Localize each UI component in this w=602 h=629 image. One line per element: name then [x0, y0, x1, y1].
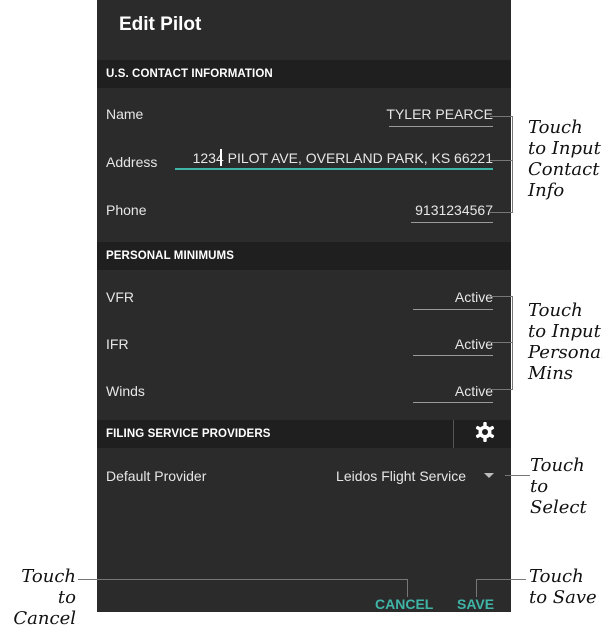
default-provider-select[interactable]: Leidos Flight Service: [336, 468, 466, 484]
ifr-field-underline: [413, 355, 493, 356]
cancel-button[interactable]: CANCEL: [375, 596, 433, 612]
default-provider-label: Default Provider: [106, 468, 207, 484]
callout-line-cancel: [78, 579, 408, 580]
annotation-contact-line3: Contact: [528, 159, 600, 180]
winds-label: Winds: [106, 383, 145, 399]
winds-field[interactable]: Active: [455, 383, 493, 399]
annotation-mins-line2: to Input: [528, 321, 601, 342]
chevron-down-icon[interactable]: [484, 473, 494, 478]
section-header-minimums: PERSONAL MINIMUMS: [97, 242, 511, 270]
phone-field[interactable]: 9131234567: [415, 202, 493, 218]
annotation-save: Touch to Save: [529, 566, 597, 608]
annotation-contact-line1: Touch: [528, 117, 583, 138]
callout-line-save: [476, 579, 526, 580]
gear-icon[interactable]: [473, 420, 497, 444]
callout-line-vfr: [490, 296, 512, 297]
address-field-underline: [175, 168, 493, 170]
annotation-cancel-line1: Touch to: [21, 566, 76, 608]
name-field-underline: [389, 126, 493, 127]
text-cursor: [220, 149, 222, 166]
phone-field-underline: [411, 222, 493, 223]
callout-line-phone: [490, 212, 512, 213]
annotation-select: Touch to Select: [530, 455, 602, 518]
address-label: Address: [106, 154, 158, 170]
section-header-contact-label: U.S. CONTACT INFORMATION: [106, 68, 273, 80]
section-header-providers: FILING SERVICE PROVIDERS: [97, 420, 511, 448]
annotation-mins-line3: Personal: [528, 342, 602, 363]
callout-line-ifr: [490, 342, 512, 343]
annotation-save-line1: Touch: [529, 566, 584, 587]
annotation-cancel: Touch to Cancel: [6, 566, 76, 629]
annotation-mins-line1: Touch: [528, 300, 583, 321]
callout-bracket-contact: [512, 116, 513, 213]
ifr-label: IFR: [106, 336, 129, 352]
annotation-cancel-line2: Cancel: [13, 608, 76, 629]
callout-drop-save: [476, 579, 477, 597]
name-label: Name: [106, 106, 144, 122]
callout-line-winds: [490, 389, 512, 390]
callout-line-select: [505, 475, 530, 476]
winds-field-underline: [413, 402, 493, 403]
page-title: Edit Pilot: [119, 14, 202, 35]
callout-line-name: [490, 116, 512, 117]
annotation-save-line2: to Save: [529, 587, 597, 608]
annotation-select-line1: Touch to: [530, 455, 585, 497]
section-header-contact: U.S. CONTACT INFORMATION: [97, 60, 511, 88]
annotation-minimums: Touch to Input Personal Mins: [528, 300, 602, 384]
save-button[interactable]: SAVE: [457, 596, 494, 612]
address-field[interactable]: 1234 PILOT AVE, OVERLAND PARK, KS 66221: [193, 150, 493, 166]
name-field[interactable]: TYLER PEARCE: [386, 106, 493, 122]
section-header-minimums-label: PERSONAL MINIMUMS: [106, 250, 234, 262]
ifr-field[interactable]: Active: [455, 336, 493, 352]
annotation-contact-line4: Info: [528, 180, 565, 201]
header-divider: [453, 420, 454, 448]
annotation-select-line2: Select: [530, 497, 587, 518]
callout-bracket-minimums: [512, 296, 513, 390]
phone-label: Phone: [106, 202, 147, 218]
vfr-field-underline: [413, 309, 493, 310]
vfr-field[interactable]: Active: [455, 289, 493, 305]
annotation-contact-line2: to Input: [528, 138, 601, 159]
section-header-providers-label: FILING SERVICE PROVIDERS: [106, 428, 271, 440]
annotation-contact: Touch to Input Contact Info: [528, 117, 601, 201]
callout-drop-cancel: [407, 579, 408, 597]
vfr-label: VFR: [106, 289, 134, 305]
annotation-mins-line4: Mins: [528, 363, 574, 384]
edit-pilot-screen: Edit Pilot U.S. CONTACT INFORMATION Name…: [97, 0, 511, 612]
callout-line-address: [490, 160, 512, 161]
